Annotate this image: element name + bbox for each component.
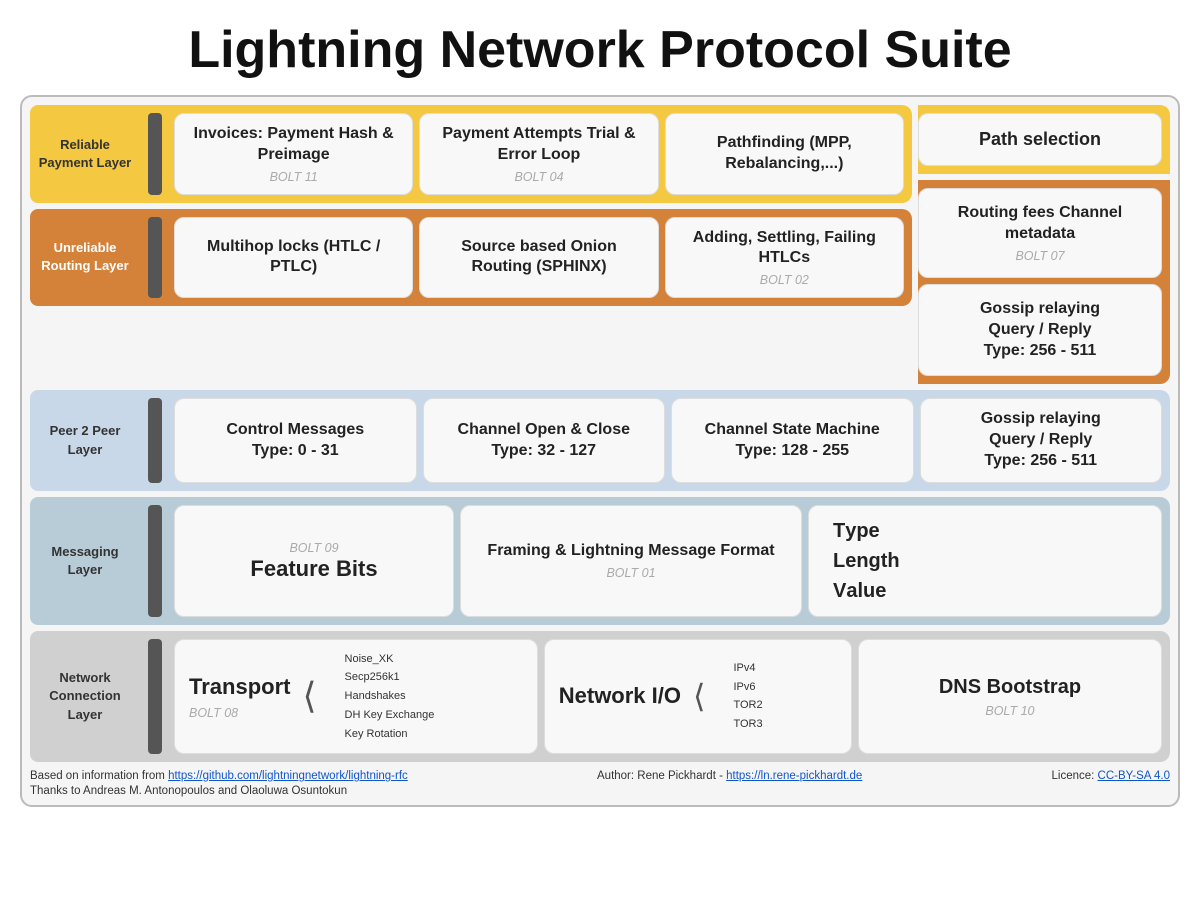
tlv-l: L: [833, 550, 845, 572]
network-io-arrow: ⟨: [693, 680, 705, 712]
messaging-layer-row: Messaging Layer BOLT 09 Feature Bits Fra…: [30, 497, 1170, 625]
p2p-layer-row: Peer 2 Peer Layer Control Messages Type:…: [30, 390, 1170, 490]
network-layer-row: Network Connection Layer Transport BOLT …: [30, 631, 1170, 762]
dark-bar-reliable: [148, 113, 162, 195]
card-multihop: Multihop locks (HTLC / PTLC): [174, 217, 413, 299]
path-selection-wrapper: Path selection: [918, 105, 1170, 174]
card-control-msgs: Control Messages Type: 0 - 31: [174, 398, 417, 482]
messaging-layer-label: Messaging Layer: [30, 497, 140, 625]
layers-wrapper: Reliable Payment Layer Invoices: Payment…: [30, 105, 1170, 762]
footer-center-link[interactable]: https://ln.rene-pickhardt.de: [726, 770, 862, 782]
footer: Based on information from https://github…: [30, 770, 1170, 797]
dark-bar-network: [148, 639, 162, 754]
card-channel-state: Channel State Machine Type: 128 - 255: [671, 398, 914, 482]
card-channel-open-close: Channel Open & Close Type: 32 - 127: [423, 398, 666, 482]
tlv-v: V: [833, 580, 846, 602]
messaging-layer-content: BOLT 09 Feature Bits Framing & Lightning…: [140, 497, 1170, 625]
unreliable-layer-content: Multihop locks (HTLC / PTLC) Source base…: [140, 209, 912, 307]
reliable-layer-content: Invoices: Payment Hash & Preimage BOLT 1…: [140, 105, 912, 203]
card-pathfinding: Pathfinding (MPP, Rebalancing,...): [665, 113, 904, 195]
footer-left: Based on information from https://github…: [30, 770, 408, 782]
top-rows-right: Path selection Routing fees Channel meta…: [912, 105, 1170, 384]
p2p-layer-content: Control Messages Type: 0 - 31 Channel Op…: [140, 390, 1170, 490]
dark-bar-unreliable: [148, 217, 162, 299]
reliable-layer-row: Reliable Payment Layer Invoices: Payment…: [30, 105, 912, 203]
card-path-selection: Path selection: [918, 113, 1162, 166]
top-rows-container: Reliable Payment Layer Invoices: Payment…: [30, 105, 1170, 384]
network-layer-label: Network Connection Layer: [30, 631, 140, 762]
card-routing-fees: Routing fees Channel metadata BOLT 07: [918, 188, 1162, 278]
card-feature-bits: BOLT 09 Feature Bits: [174, 505, 454, 617]
card-htlcs: Adding, Settling, Failing HTLCs BOLT 02: [665, 217, 904, 299]
main-diagram: Reliable Payment Layer Invoices: Payment…: [20, 95, 1180, 807]
footer-center: Author: Rene Pickhardt - https://ln.rene…: [597, 770, 862, 782]
footer-row-main: Based on information from https://github…: [30, 770, 1170, 782]
card-dns-bootstrap: DNS Bootstrap BOLT 10: [858, 639, 1162, 754]
reliable-layer-label: Reliable Payment Layer: [30, 105, 140, 203]
transport-branch-arrow: ⟨: [302, 678, 316, 714]
footer-row-thanks: Thanks to Andreas M. Antonopoulos and Ol…: [30, 785, 1170, 797]
unreliable-layer-row: Unreliable Routing Layer Multihop locks …: [30, 209, 912, 307]
dark-bar-p2p: [148, 398, 162, 482]
p2p-layer-label: Peer 2 Peer Layer: [30, 390, 140, 490]
card-onion: Source based Onion Routing (SPHINX): [419, 217, 658, 299]
footer-right: Licence: CC-BY-SA 4.0: [1052, 770, 1170, 782]
card-invoices: Invoices: Payment Hash & Preimage BOLT 1…: [174, 113, 413, 195]
footer-left-link[interactable]: https://github.com/lightningnetwork/ligh…: [168, 770, 408, 782]
footer-right-link[interactable]: CC-BY-SA 4.0: [1098, 770, 1170, 782]
unreliable-layer-label: Unreliable Routing Layer: [30, 209, 140, 307]
card-transport: Transport BOLT 08 ⟨ Noise_XK Secp256k1 H…: [174, 639, 538, 754]
card-gossip-p2p: Gossip relaying Query / Reply Type: 256 …: [920, 398, 1163, 482]
dark-bar-messaging: [148, 505, 162, 617]
card-tlv: Type Length Value: [808, 505, 1162, 617]
network-layer-content: Transport BOLT 08 ⟨ Noise_XK Secp256k1 H…: [140, 631, 1170, 762]
card-payment-attempts: Payment Attempts Trial & Error Loop BOLT…: [419, 113, 658, 195]
card-framing: Framing & Lightning Message Format BOLT …: [460, 505, 802, 617]
transport-branches: Noise_XK Secp256k1 Handshakes DH Key Exc…: [329, 650, 435, 743]
tlv-t: T: [833, 520, 845, 542]
card-network-io: Network I/O ⟨ IPv4 IPv6 TOR2 TOR3: [544, 639, 852, 754]
page-title: Lightning Network Protocol Suite: [20, 10, 1180, 95]
network-io-branches: IPv4 IPv6 TOR2 TOR3: [717, 659, 762, 734]
top-rows-left: Reliable Payment Layer Invoices: Payment…: [30, 105, 912, 384]
routing-right-wrapper: Routing fees Channel metadata BOLT 07 Go…: [918, 180, 1170, 384]
card-gossip-relay-right: Gossip relayingQuery / Reply Type: 256 -…: [918, 284, 1162, 376]
